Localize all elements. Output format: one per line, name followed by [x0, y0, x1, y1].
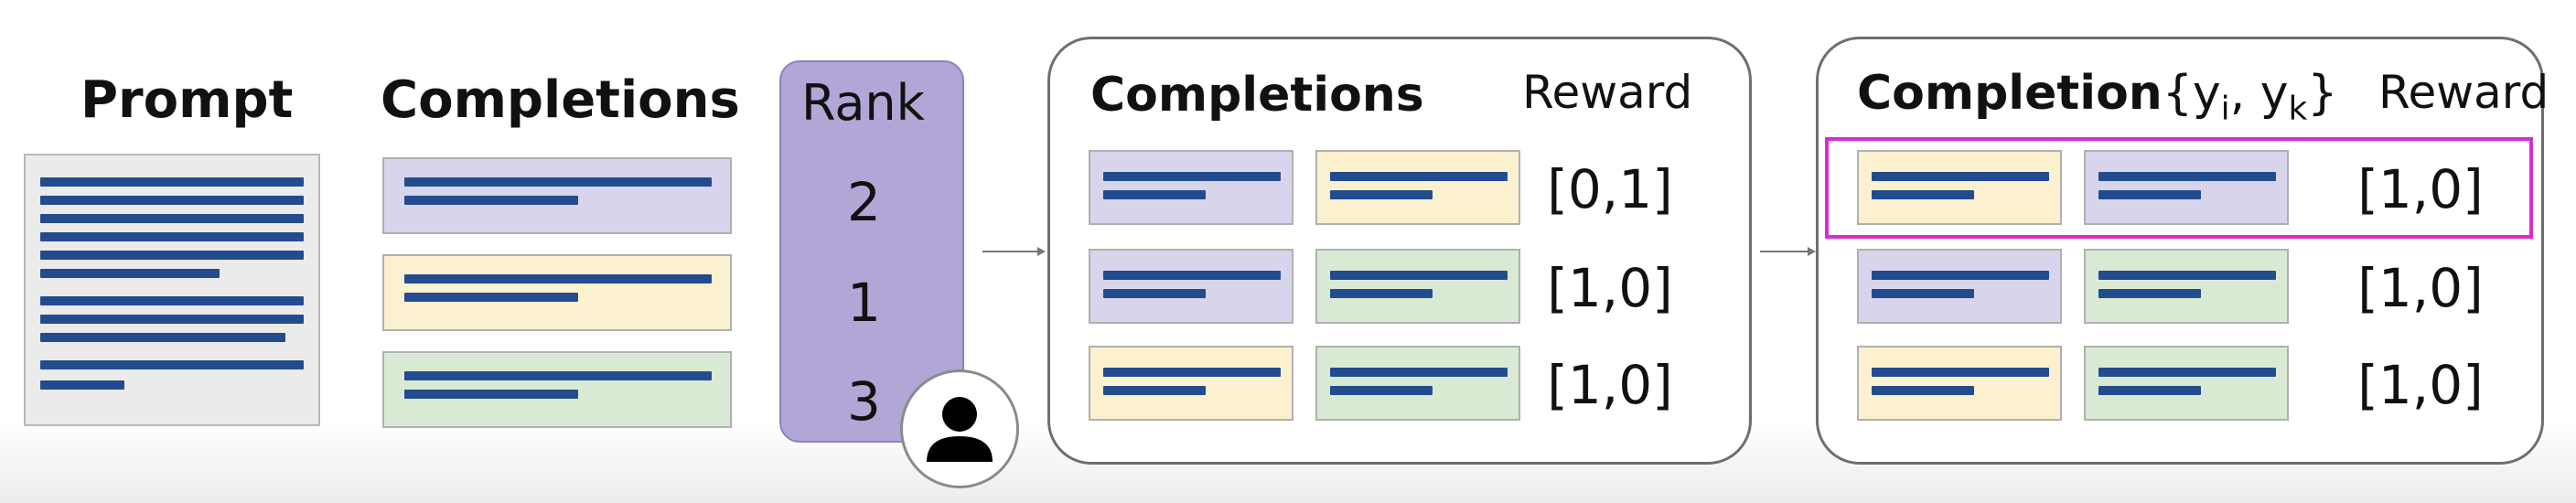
pair-notation: {yi, yk}: [2162, 66, 2338, 125]
panel1-row3-card-a: [1089, 346, 1293, 421]
panel1-reward-3: [1,0]: [1547, 354, 1673, 416]
panel2-reward-2: [1,0]: [2357, 257, 2484, 319]
panel2-completion-label: Completion{yi, yk}: [1857, 70, 2337, 125]
panel2-reward-label: Reward: [2378, 66, 2549, 119]
rank-label: Rank: [801, 74, 925, 132]
rank-value-2: 1: [847, 272, 881, 334]
completions-label: Completions: [381, 70, 740, 130]
rank-value-1: 2: [847, 171, 881, 233]
diagram-canvas: Prompt Completions Rank 2 1 3 Completion…: [0, 0, 2576, 503]
prompt-label: Prompt: [80, 70, 294, 130]
person-icon: [927, 397, 993, 462]
arrow-right-icon: [982, 247, 1046, 256]
panel2-row3-card-a: [1857, 346, 2062, 421]
panel1-reward-1: [0,1]: [1547, 158, 1673, 220]
pair-sep: , y: [2229, 66, 2289, 121]
panel2-row2-card-a: [1857, 249, 2062, 324]
human-labeler-avatar: [900, 369, 1019, 488]
panel2-reward-3: [1,0]: [2357, 354, 2484, 416]
pair-close: }: [2307, 66, 2338, 121]
rank-value-3: 3: [847, 370, 881, 433]
panel1-row1-card-a: [1089, 150, 1293, 225]
panel1-row2-card-a: [1089, 249, 1293, 324]
panel1-reward-label: Reward: [1522, 66, 1693, 119]
sub-i: i: [2220, 90, 2230, 128]
panel1-completions-label: Completions: [1090, 68, 1424, 123]
completion-word: Completion: [1857, 66, 2163, 121]
arrow-right-icon: [1760, 247, 1816, 256]
prompt-document: [24, 154, 320, 426]
highlighted-pair-row: [1825, 137, 2533, 239]
panel1-reward-2: [1,0]: [1547, 257, 1673, 319]
completion-card-green: [382, 351, 732, 428]
pair-open: {y: [2162, 66, 2221, 121]
sub-k: k: [2288, 90, 2308, 128]
panel1-row3-card-b: [1315, 346, 1520, 421]
completion-card-purple: [382, 157, 732, 234]
panel2-row2-card-b: [2084, 249, 2289, 324]
panel1-row1-card-b: [1315, 150, 1520, 225]
panel1-row2-card-b: [1315, 249, 1520, 324]
completion-card-yellow: [382, 254, 732, 331]
panel2-row3-card-b: [2084, 346, 2289, 421]
